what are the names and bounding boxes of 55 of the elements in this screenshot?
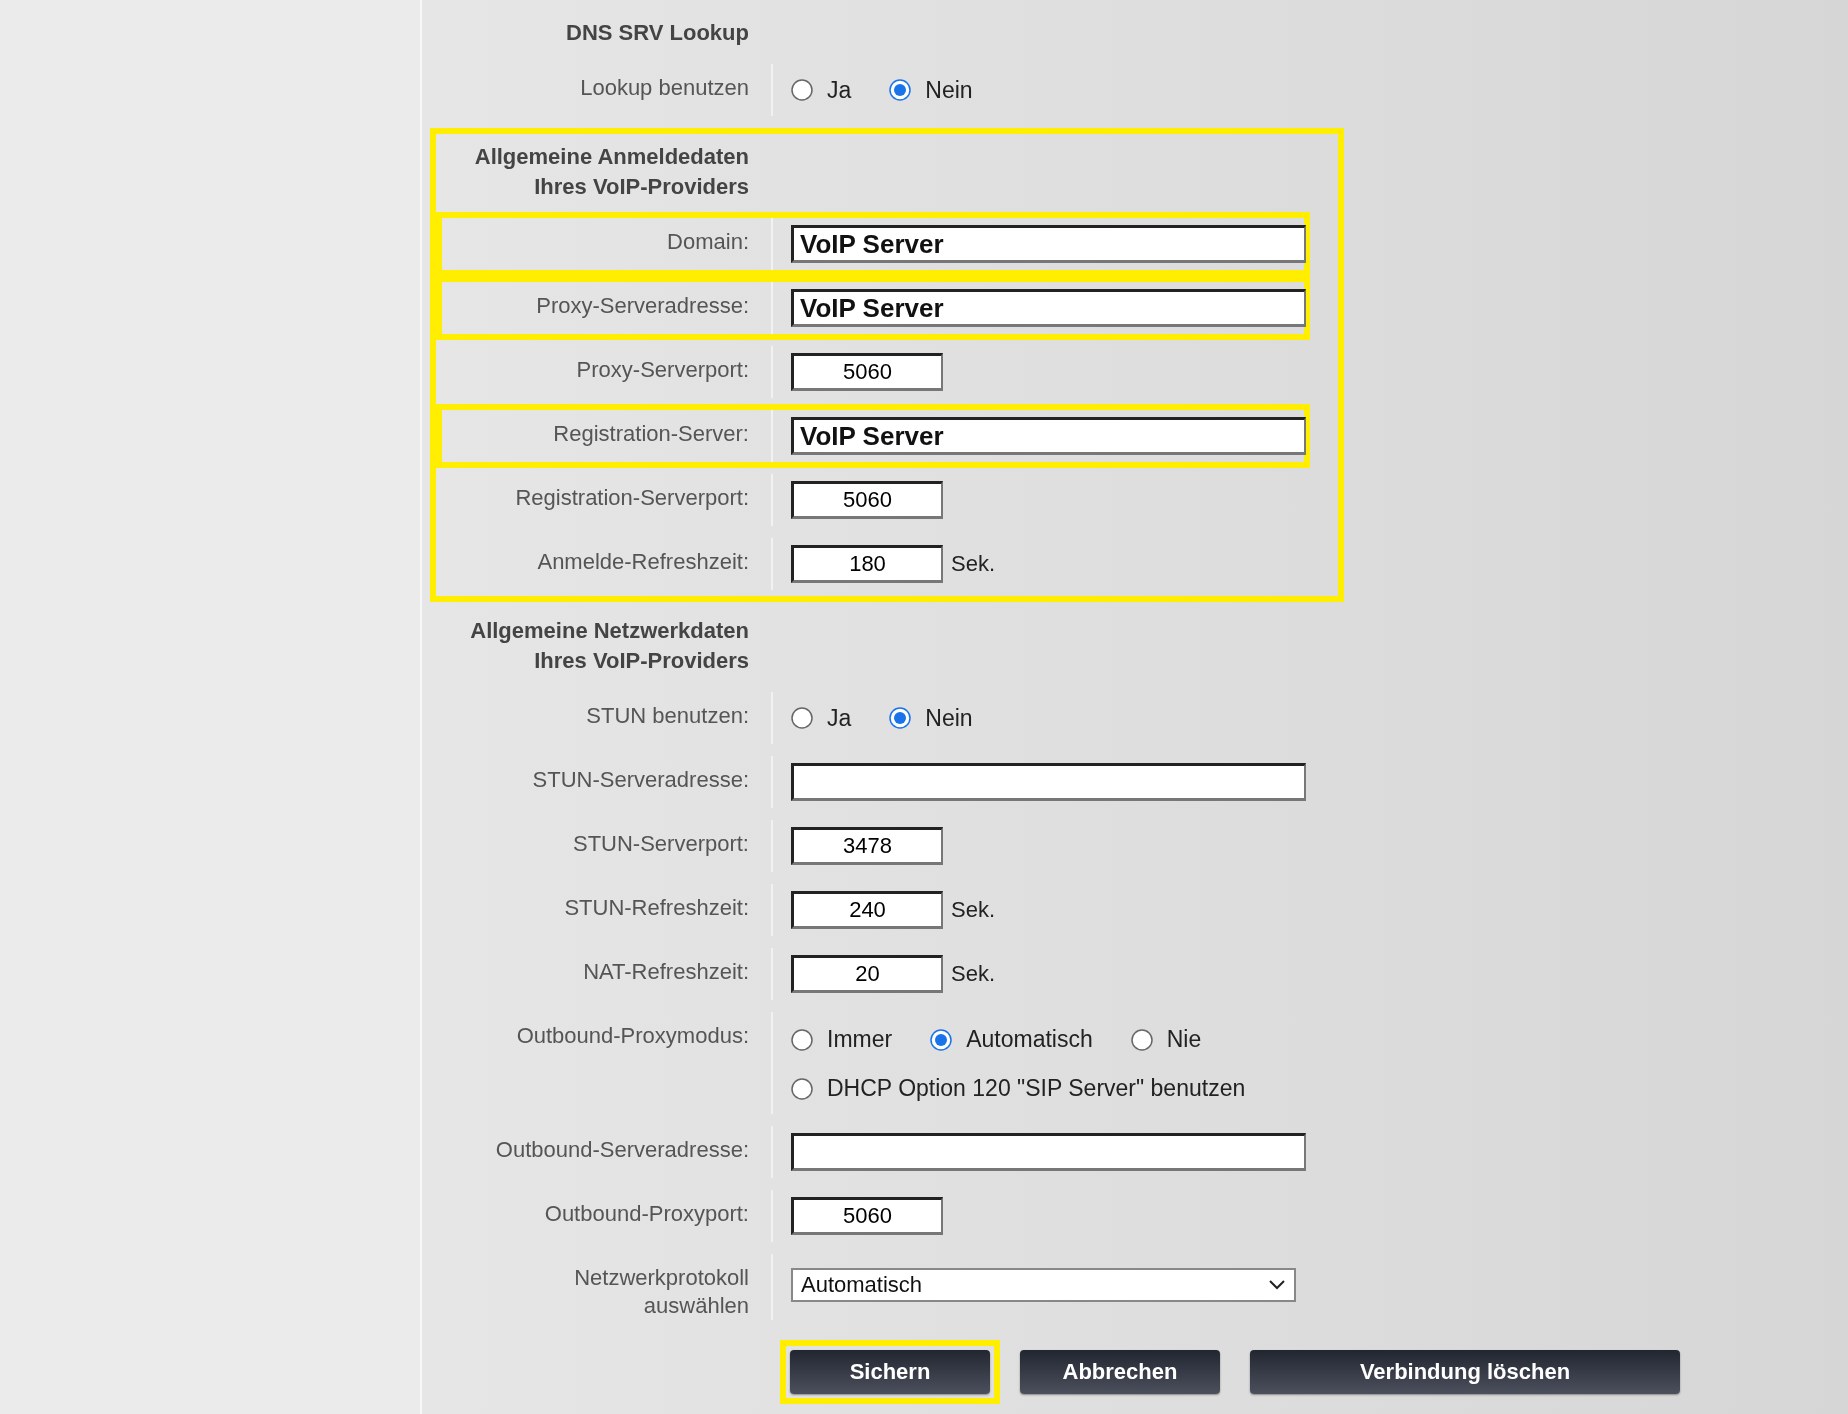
field-label: Netzwerkprotokoll auswählen [574, 1264, 749, 1320]
unit-label: Sek. [951, 897, 996, 923]
option-label: Ja [827, 76, 852, 104]
text-field[interactable] [791, 1133, 1306, 1171]
dropdown[interactable]: Automatisch [791, 1268, 1296, 1302]
text-field[interactable] [791, 763, 1306, 801]
unit-label: Sek. [951, 551, 996, 577]
section-heading: Allgemeine Anmeldedaten Ihres VoIP-Providers [473, 143, 749, 201]
radio-button[interactable] [791, 707, 813, 729]
field-label: Proxy-Serverport: [576, 356, 749, 384]
field-label: STUN-Serveradresse: [532, 766, 749, 794]
option-label: DHCP Option 120 "SIP Server" benutzen [827, 1075, 1246, 1102]
field-label: NAT-Refreshzeit: [583, 958, 749, 986]
number-field[interactable]: 180 [791, 545, 943, 583]
number-field[interactable]: 240 [791, 891, 943, 929]
chevron-down-icon [1268, 1279, 1286, 1291]
radio-button[interactable] [889, 79, 912, 101]
action-button[interactable]: Verbindung löschen [1250, 1350, 1680, 1394]
field-label: STUN-Refreshzeit: [564, 894, 749, 922]
radio-button[interactable] [889, 707, 912, 729]
field-label: Registration-Serverport: [515, 484, 749, 512]
number-field[interactable]: 5060 [791, 353, 943, 391]
section-heading: Allgemeine Netzwerkdaten Ihres VoIP-Providers [469, 617, 749, 675]
field-label: Domain: [667, 228, 749, 256]
unit-label: Sek. [951, 961, 996, 987]
field-label: Registration-Server: [553, 420, 749, 448]
option-label: Nie [1166, 1026, 1202, 1053]
field-label: Anmelde-Refreshzeit: [537, 548, 749, 576]
number-field[interactable]: 5060 [791, 481, 943, 519]
option-label: Nein [925, 704, 973, 732]
option-label: Automatisch [966, 1026, 1093, 1053]
section-heading: DNS SRV Lookup [565, 19, 749, 47]
radio-button[interactable] [930, 1028, 953, 1051]
field-label: Outbound-Proxymodus: [516, 1022, 749, 1050]
text-field[interactable]: VoIP Server [791, 417, 1306, 455]
field-label: Proxy-Serveradresse: [536, 292, 749, 320]
radio-button[interactable] [791, 79, 813, 101]
field-label: Lookup benutzen [580, 74, 749, 102]
option-label: Nein [925, 76, 973, 104]
field-label: Outbound-Serveradresse: [495, 1136, 749, 1164]
option-label: Ja [827, 704, 852, 732]
action-button[interactable]: Sichern [790, 1350, 990, 1394]
option-label: Immer [827, 1026, 893, 1053]
number-field[interactable]: 20 [791, 955, 943, 993]
text-field[interactable]: VoIP Server [791, 225, 1306, 263]
field-label: STUN-Serverport: [572, 830, 749, 858]
radio-button[interactable] [1130, 1028, 1153, 1051]
number-field[interactable]: 3478 [791, 827, 943, 865]
number-field[interactable]: 5060 [791, 1197, 943, 1235]
action-button[interactable]: Abbrechen [1020, 1350, 1220, 1394]
field-label: Outbound-Proxyport: [544, 1200, 749, 1228]
text-field[interactable]: VoIP Server [791, 289, 1306, 327]
radio-button[interactable] [791, 1077, 813, 1100]
radio-button[interactable] [791, 1028, 813, 1051]
field-label: STUN benutzen: [586, 702, 749, 730]
